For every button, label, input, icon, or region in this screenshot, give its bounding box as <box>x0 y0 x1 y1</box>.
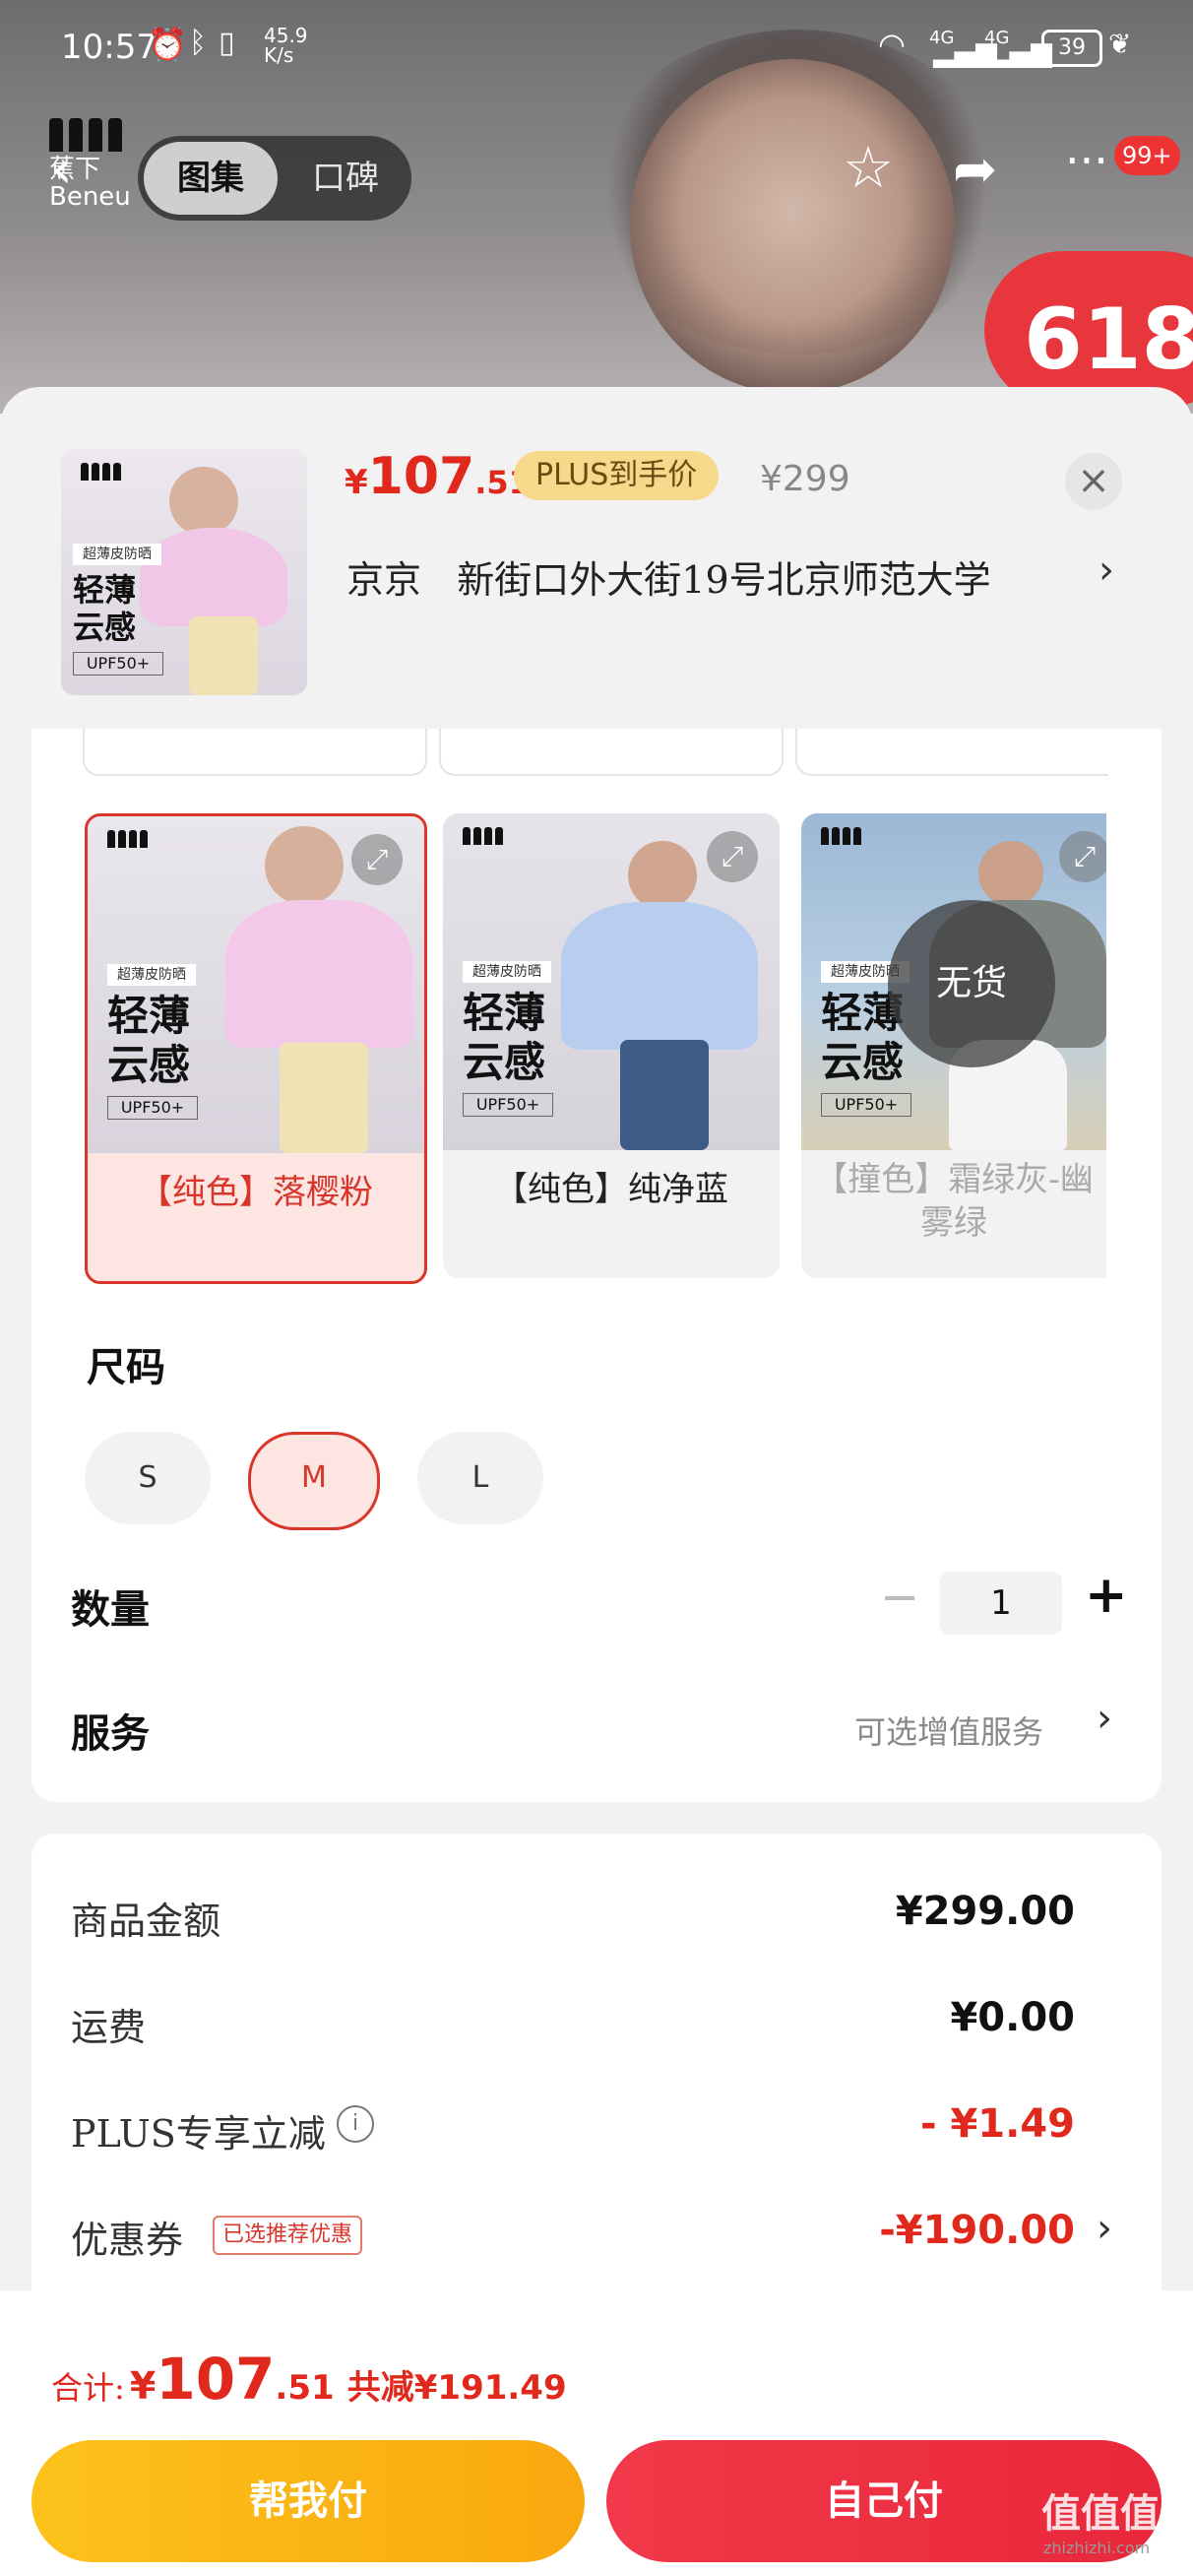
thumbnail-title-1: 轻薄 <box>73 571 137 609</box>
wifi-icon: ◠ <box>878 26 906 63</box>
address-prefix: 京京 <box>346 558 422 602</box>
size-section-title: 尺码 <box>87 1344 165 1390</box>
plus-discount-value: - ¥1.49 <box>919 2101 1075 2147</box>
color-option-label: 【纯色】纯净蓝 <box>494 1170 728 1209</box>
battery-icon: 39 <box>1041 30 1102 67</box>
expand-icon[interactable]: ⤢ <box>707 831 758 882</box>
quantity-decrease-button[interactable]: − <box>880 1570 919 1625</box>
thumbnail-tag: 超薄皮防晒 <box>73 544 161 565</box>
net-speed: 45.9 K/s <box>264 26 308 65</box>
thumbnail-upf: UPF50+ <box>73 652 163 676</box>
size-option-l[interactable]: L <box>417 1432 543 1524</box>
color-option-caption: 超薄皮防晒 轻薄 云感 UPF50+ <box>107 964 198 1120</box>
help-me-pay-button[interactable]: 帮我付 <box>31 2440 585 2562</box>
previous-row-option <box>795 729 1108 776</box>
coupon-chevron-icon[interactable]: › <box>1097 2206 1112 2251</box>
goods-amount-label: 商品金额 <box>71 1900 221 1943</box>
total-saving: 共减¥191.49 <box>346 2368 567 2408</box>
favorite-star-icon[interactable]: ☆ <box>843 134 894 201</box>
back-icon[interactable]: ‹ <box>51 138 73 200</box>
caption-title-1: 轻薄 <box>463 989 546 1037</box>
expand-icon[interactable]: ⤢ <box>351 834 403 885</box>
previous-row-option <box>83 729 427 776</box>
color-option-blue[interactable]: ⤢ 超薄皮防晒 轻薄 云感 UPF50+ 【纯色】纯净蓝 <box>443 813 780 1278</box>
total-currency: ¥ <box>129 2364 157 2408</box>
color-option-pink[interactable]: ⤢ 超薄皮防晒 轻薄 云感 UPF50+ 【纯色】落樱粉 <box>85 813 427 1284</box>
close-icon: × <box>1077 458 1110 503</box>
current-price: ¥107.51 <box>345 447 531 506</box>
address-text: 新街口外大街19号北京师范大学 <box>457 558 991 602</box>
price-currency: ¥ <box>345 463 368 502</box>
expand-icon[interactable]: ⤢ <box>1059 831 1106 882</box>
color-option-green-grey[interactable]: ⤢ 超薄皮防晒 轻薄 云感 UPF50+ 无货 【撞色】霜绿灰-幽雾绿 <box>801 813 1106 1278</box>
service-option-link[interactable]: 可选增值服务 <box>854 1707 1043 1753</box>
coupon-recommend-tag: 已选推荐优惠 <box>213 2216 363 2255</box>
thumbnail-title-2: 云感 <box>73 609 137 646</box>
delivery-address[interactable]: 京京 新街口外大街19号北京师范大学 <box>346 549 991 604</box>
status-time: 10:57 <box>61 28 157 67</box>
out-of-stock-badge: 无货 <box>888 900 1055 1067</box>
plus-price-badge: PLUS到手价 <box>514 451 720 500</box>
address-chevron-icon[interactable]: › <box>1099 547 1114 593</box>
caption-title-2: 云感 <box>821 1038 905 1086</box>
watermark-text: 值值值 <box>1041 2491 1160 2537</box>
caption-upf: UPF50+ <box>463 1093 553 1117</box>
service-section-title: 服务 <box>71 1710 150 1757</box>
coupon-label: 优惠券 <box>71 2219 184 2262</box>
color-option-label: 【纯色】落樱粉 <box>139 1173 373 1212</box>
watermark-url: zhizhizhi.com <box>1043 2539 1151 2557</box>
caption-title-1: 轻薄 <box>107 992 191 1040</box>
caption-tag: 超薄皮防晒 <box>107 964 196 986</box>
bluetooth-icon: ᛒ <box>189 26 207 60</box>
selected-product-thumbnail[interactable]: 超薄皮防晒 轻薄 云感 UPF50+ <box>61 449 307 695</box>
quantity-section-title: 数量 <box>71 1586 150 1633</box>
brand-icon <box>463 827 503 845</box>
caption-upf: UPF50+ <box>107 1096 198 1120</box>
shipping-fee-label: 运费 <box>71 2006 147 2049</box>
quantity-increase-button[interactable]: + <box>1085 1566 1128 1625</box>
info-icon[interactable]: i <box>337 2105 374 2143</box>
quantity-input[interactable]: 1 <box>940 1572 1062 1635</box>
brand-icon <box>107 830 148 848</box>
close-sheet-button[interactable]: × <box>1065 453 1122 510</box>
tab-reviews[interactable]: 口碑 <box>285 142 406 215</box>
gallery-tab-switch: 图集 口碑 <box>138 136 411 221</box>
model-face <box>630 59 955 394</box>
price-integer: 107 <box>367 447 475 506</box>
leaf-icon: ❦ <box>1108 28 1132 60</box>
total-label: 合计: <box>51 2369 125 2407</box>
caption-tag: 超薄皮防晒 <box>463 961 551 983</box>
brand-icon <box>821 827 861 845</box>
color-option-caption: 超薄皮防晒 轻薄 云感 UPF50+ <box>463 961 553 1117</box>
thumbnail-brand-icon <box>81 463 121 481</box>
vibrate-icon: ▯ <box>219 26 235 60</box>
original-price: ¥299 <box>760 459 850 499</box>
goods-amount-value: ¥299.00 <box>895 1889 1075 1934</box>
shipping-fee-value: ¥0.00 <box>950 1995 1075 2040</box>
coupon-value[interactable]: -¥190.00 <box>847 2208 1075 2253</box>
caption-title-2: 云感 <box>107 1041 191 1089</box>
previous-row-option <box>439 729 784 776</box>
share-icon[interactable]: ➦ <box>953 138 997 200</box>
color-option-label: 【撞色】霜绿灰-幽雾绿 <box>814 1160 1094 1243</box>
promo-618-badge: 618 <box>984 251 1193 409</box>
net-speed-unit: K/s <box>264 43 294 67</box>
order-total: 合计: ¥107.51 共减¥191.49 <box>51 2346 567 2413</box>
alarm-icon: ⏰ <box>148 26 187 63</box>
service-chevron-icon[interactable]: › <box>1097 1696 1112 1741</box>
tab-gallery[interactable]: 图集 <box>144 142 278 215</box>
more-icon[interactable]: ··· <box>1065 134 1108 187</box>
total-decimal: .51 <box>275 2368 335 2408</box>
size-option-s[interactable]: S <box>85 1432 211 1524</box>
message-count-badge: 99+ <box>1114 136 1180 175</box>
plus-discount-label: PLUS专享立减 <box>71 2112 326 2156</box>
net-speed-value: 45.9 <box>264 24 308 47</box>
caption-upf: UPF50+ <box>821 1093 911 1117</box>
size-option-m[interactable]: M <box>248 1432 380 1530</box>
caption-title-2: 云感 <box>463 1038 546 1086</box>
total-integer: 107 <box>156 2346 276 2413</box>
thumbnail-caption: 超薄皮防晒 轻薄 云感 UPF50+ <box>73 544 163 676</box>
